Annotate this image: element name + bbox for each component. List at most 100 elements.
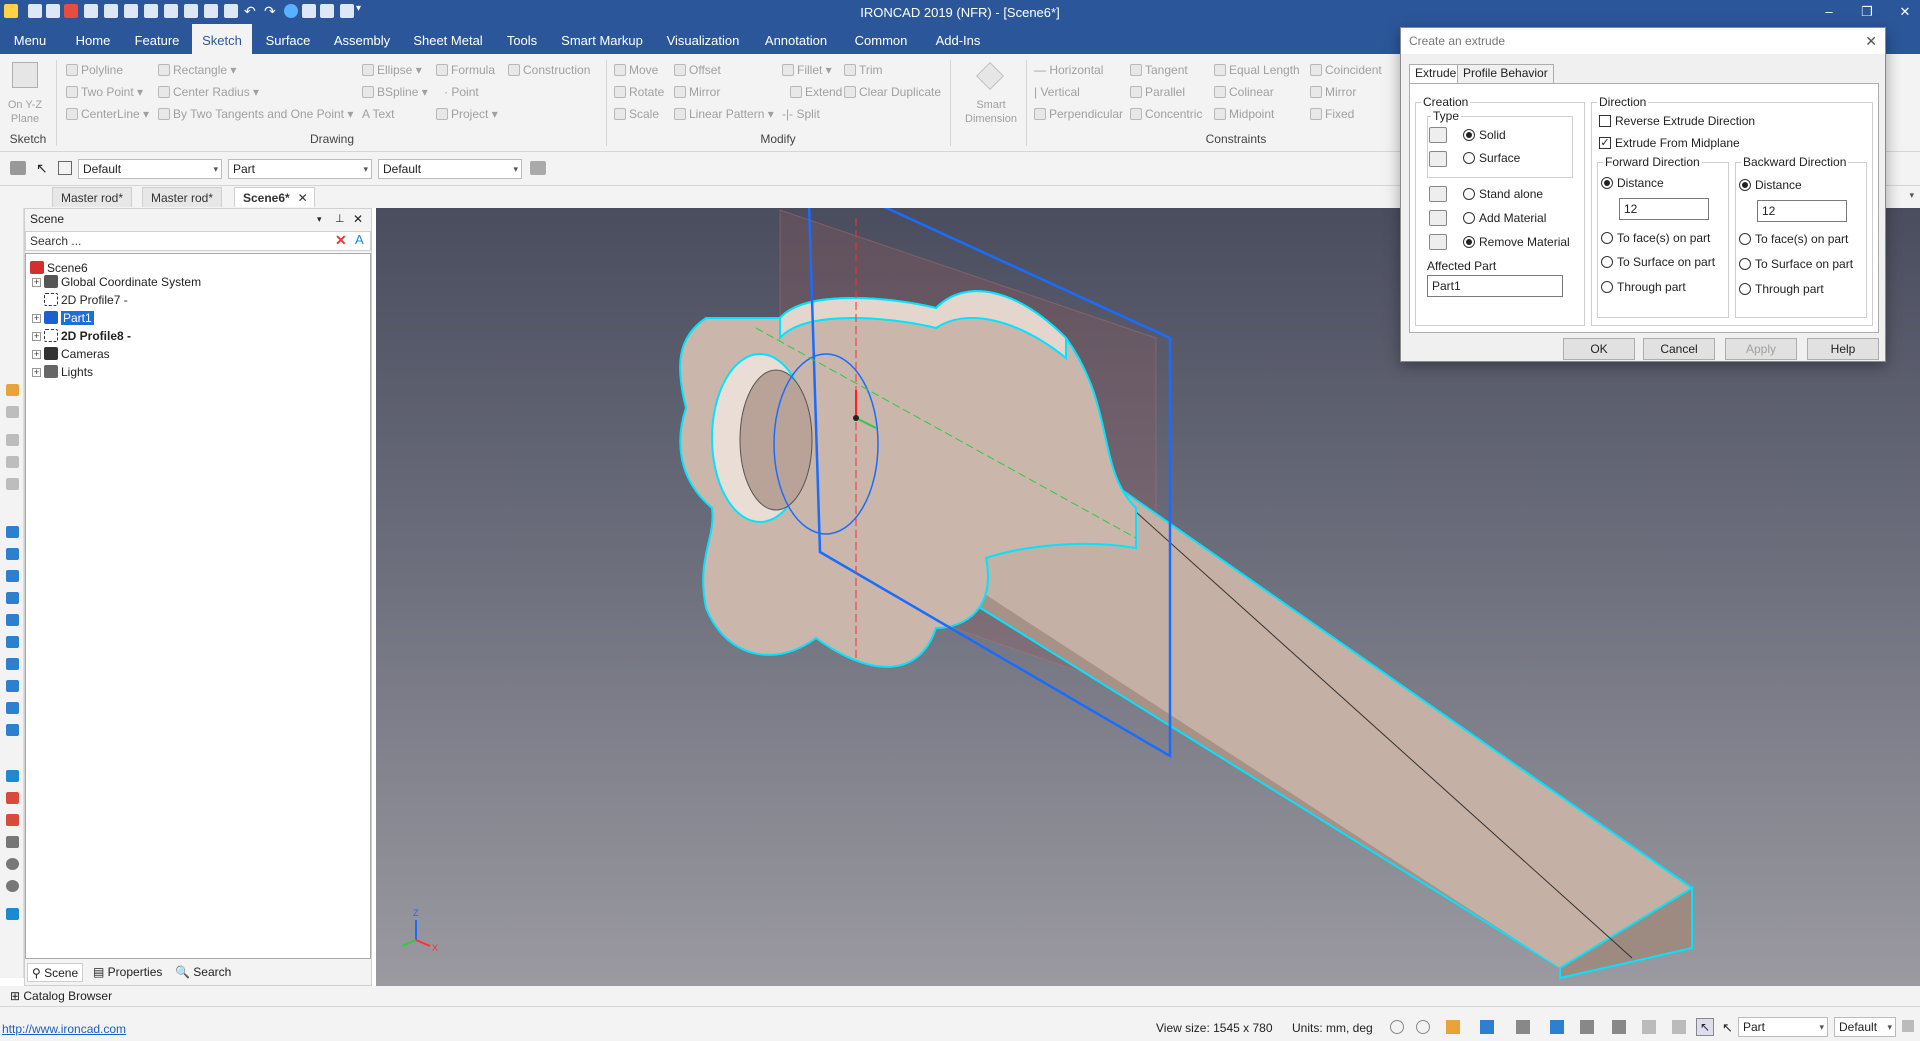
search-options-icon[interactable]: A [355,233,369,247]
constraint-mirror-button[interactable]: Mirror [1310,84,1356,100]
shade-icon[interactable] [1612,1020,1626,1034]
tab-sheet-metal[interactable]: Sheet Metal [408,24,488,54]
solid-radio[interactable] [1463,129,1475,141]
tool-icon-4[interactable] [6,456,19,468]
tree-node-global-coordinate-system[interactable]: Global Coordinate System [44,274,201,291]
formula-button[interactable]: Formula [436,62,495,78]
forward-to-face-radio[interactable] [1601,232,1613,244]
close-tab-icon[interactable]: ✕ [298,188,308,208]
style-combo[interactable]: Default ▾ [378,159,522,179]
scene-search-input[interactable]: Search ... [25,231,371,251]
fixed-button[interactable]: Fixed [1310,106,1354,122]
tab-scene[interactable]: ⚲ Scene [27,963,84,982]
backward-to-surface-radio[interactable] [1739,258,1751,270]
tool-icon-5[interactable] [6,478,19,490]
camera-icon[interactable] [1516,1020,1530,1034]
tangent-arc-button[interactable]: By Two Tangents and One Point ▾ [158,106,353,122]
tab-home[interactable]: Home [64,24,122,54]
tree-node-lights[interactable]: Lights [44,364,93,381]
spin-icon[interactable] [6,548,19,560]
smart-dimension-icon[interactable] [976,62,1004,90]
forward-to-surface-radio[interactable] [1601,256,1613,268]
on-plane-button[interactable]: On Y-Z Plane [4,98,46,126]
apply-button[interactable]: Apply [1725,338,1797,360]
forward-distance-radio[interactable] [1601,177,1613,189]
coincident-button[interactable]: Coincident [1310,62,1382,78]
tab-annotation[interactable]: Annotation [756,24,836,54]
perpendicular-button[interactable]: Perpendicular [1034,106,1123,122]
section-icon[interactable] [1642,1020,1656,1034]
plane-icon[interactable] [12,62,38,88]
catalog-browser-bar[interactable]: ⊞ Catalog Browser [0,986,1920,1006]
move-button[interactable]: Move [614,62,658,78]
expand-icon[interactable]: + [32,368,41,377]
rectangle-button[interactable]: Rectangle ▾ [158,62,236,78]
measure-icon[interactable] [6,770,19,782]
select-mode-icon[interactable]: ↖ [1696,1018,1714,1036]
status-default-combo[interactable]: Default ▾ [1834,1017,1896,1037]
extrude-icon[interactable] [6,526,19,538]
concentric-button[interactable]: Concentric [1130,106,1202,122]
doc-tab-master-rod-1[interactable]: Master rod* [52,187,133,207]
sketch-tool-icon[interactable] [6,908,19,920]
tab-properties[interactable]: ▤ Properties [89,963,166,982]
split-button[interactable]: -|- Split [782,106,820,122]
polyline-button[interactable]: Polyline [66,62,123,78]
backward-to-face-radio[interactable] [1739,233,1751,245]
tab-tools[interactable]: Tools [500,24,544,54]
pin-icon[interactable]: ⊥ [335,209,345,229]
surface-radio[interactable] [1463,152,1475,164]
render-icon[interactable] [1550,1020,1564,1034]
center-radius-button[interactable]: Center Radius ▾ [158,84,259,100]
tab-visualization[interactable]: Visualization [660,24,746,54]
circle-icon[interactable] [6,858,19,870]
tree-node-cameras[interactable]: Cameras [44,346,110,363]
forward-through-radio[interactable] [1601,281,1613,293]
tab-surface[interactable]: Surface [258,24,318,54]
hole-icon[interactable] [6,680,19,692]
midpoint-button[interactable]: Midpoint [1214,106,1274,122]
remove-material-radio[interactable] [1463,236,1475,248]
expand-icon[interactable]: + [32,278,41,287]
equal-length-button[interactable]: Equal Length [1214,62,1300,78]
light-icon[interactable] [1672,1020,1686,1034]
view-icon[interactable] [1446,1020,1460,1034]
dialog-close-icon[interactable]: ✕ [1865,28,1877,54]
affected-part-field[interactable]: Part1 [1427,275,1563,297]
help-button[interactable]: Help [1807,338,1879,360]
cursor-icon[interactable]: ↖ [36,160,48,177]
extend-button[interactable]: Extend [790,84,842,100]
snap-icon[interactable] [58,161,72,175]
centerline-button[interactable]: CenterLine ▾ [66,106,149,122]
shell-icon[interactable] [6,614,19,626]
mirror-button[interactable]: Mirror [674,84,720,100]
offset-button[interactable]: Offset [674,62,721,78]
scale-button[interactable]: Scale [614,106,659,122]
loft-icon[interactable] [6,592,19,604]
cancel-button[interactable]: Cancel [1643,338,1715,360]
tab-menu[interactable]: Menu [0,24,60,54]
vertical-button[interactable]: | Vertical [1034,84,1080,100]
linear-pattern-button[interactable]: Linear Pattern ▾ [674,106,774,122]
tab-sketch[interactable]: Sketch [192,24,252,54]
angle-icon[interactable] [6,836,19,848]
panel-dropdown-icon[interactable]: ▾ [317,209,322,229]
panel-close-icon[interactable]: ✕ [353,209,363,229]
chamfer-icon[interactable] [6,658,19,670]
bspline-button[interactable]: BSpline ▾ [362,84,428,100]
expand-icon[interactable]: + [32,332,41,341]
restore-icon[interactable]: ❐ [1852,2,1882,22]
two-point-button[interactable]: Two Point ▾ [66,84,143,100]
tool-icon-3[interactable] [6,434,19,446]
midplane-checkbox[interactable]: ✓ [1599,137,1611,149]
part-combo[interactable]: Part ▾ [228,159,372,179]
minimize-icon[interactable]: – [1814,2,1844,22]
zoom-icon[interactable] [1390,1020,1404,1034]
rotate-button[interactable]: Rotate [614,84,664,100]
construction-button[interactable]: Construction [508,62,590,78]
tab-feature[interactable]: Feature [126,24,188,54]
status-part-combo[interactable]: Part ▾ [1738,1017,1828,1037]
doc-tab-master-rod-2[interactable]: Master rod* [142,187,223,207]
tab-profile-behavior[interactable]: Profile Behavior [1457,64,1554,83]
parallel-button[interactable]: Parallel [1130,84,1185,100]
